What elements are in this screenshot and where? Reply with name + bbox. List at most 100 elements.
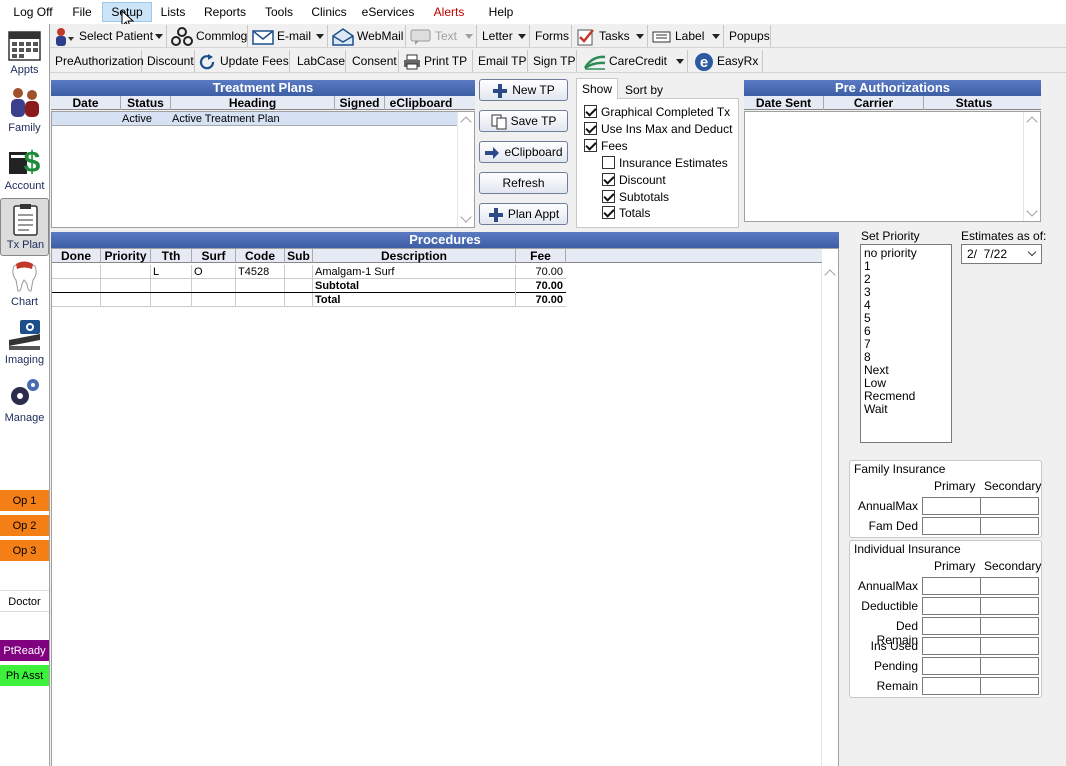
eclipboard-button[interactable]: eClipboard: [479, 141, 568, 163]
family-famded-secondary-field[interactable]: [980, 517, 1039, 535]
discount-button[interactable]: Discount: [143, 50, 195, 72]
show-fees[interactable]: Fees: [584, 138, 628, 154]
menu-alerts[interactable]: Alerts (3): [426, 2, 472, 39]
plan-appt-button[interactable]: Plan Appt: [479, 203, 568, 225]
individual-ins-used-secondary-field[interactable]: [980, 637, 1039, 655]
individual-deductible-primary-field[interactable]: [922, 597, 981, 615]
preauthorization-button[interactable]: PreAuthorization: [50, 50, 144, 72]
forms-button[interactable]: Forms: [531, 25, 572, 47]
family-famded-primary-field[interactable]: [922, 517, 981, 535]
checkbox[interactable]: [584, 139, 597, 153]
pt-ready-button[interactable]: PtReady: [0, 640, 49, 662]
sign-tp-button[interactable]: Sign TP: [529, 50, 577, 72]
consent-button[interactable]: Consent: [347, 50, 399, 72]
refresh-button[interactable]: Refresh: [479, 172, 568, 194]
show-graphical-completed-tx[interactable]: Graphical Completed Tx: [584, 104, 730, 120]
carecredit-button[interactable]: CareCredit: [578, 50, 688, 72]
tasks-button[interactable]: Tasks: [573, 25, 648, 47]
menu-help[interactable]: Help: [487, 2, 515, 22]
family-annualmax-primary-field[interactable]: [922, 497, 981, 515]
individual-deductible-secondary-field[interactable]: [980, 597, 1039, 615]
checkbox[interactable]: [584, 105, 597, 119]
text-button[interactable]: Text: [407, 25, 477, 47]
popups-button[interactable]: Popups: [725, 25, 771, 47]
webmail-button[interactable]: WebMail: [329, 25, 406, 47]
new-tp-button[interactable]: New TP: [479, 79, 568, 101]
priority-option[interactable]: 6: [861, 325, 951, 338]
priority-option[interactable]: 5: [861, 312, 951, 325]
show-subtotals[interactable]: Subtotals: [602, 189, 669, 205]
labcase-button[interactable]: LabCase: [291, 50, 346, 72]
priority-option[interactable]: 7: [861, 338, 951, 351]
module-manage[interactable]: Manage: [0, 372, 49, 430]
show-insurance-estimates[interactable]: Insurance Estimates: [602, 155, 728, 171]
chevron-down-icon[interactable]: [1027, 247, 1037, 257]
module-chart[interactable]: Chart: [0, 256, 49, 314]
individual-annualmax-secondary-field[interactable]: [980, 577, 1039, 595]
module-imaging[interactable]: Imaging: [0, 314, 49, 372]
menu-tools[interactable]: Tools: [263, 2, 295, 22]
menu-lists[interactable]: Lists: [159, 2, 187, 22]
priority-option[interactable]: Wait: [861, 403, 951, 416]
menu-file[interactable]: File: [68, 2, 96, 22]
set-priority-list[interactable]: no priority 1 2 3 4 5 6 7 8 Next Low Recmend Wait: [860, 244, 952, 443]
priority-option[interactable]: no priority: [861, 247, 951, 260]
family-annualmax-secondary-field[interactable]: [980, 497, 1039, 515]
label-button[interactable]: Label: [649, 25, 724, 47]
ph-asst-button[interactable]: Ph Asst: [0, 665, 49, 687]
menu-reports[interactable]: Reports: [203, 2, 247, 22]
tp-scrollbar[interactable]: [457, 112, 474, 227]
tab-sort-by[interactable]: Sort by: [620, 80, 668, 100]
module-tx-plan[interactable]: Tx Plan: [0, 198, 49, 256]
show-use-ins-max[interactable]: Use Ins Max and Deduct: [584, 121, 732, 137]
priority-option[interactable]: 4: [861, 299, 951, 312]
show-totals[interactable]: Totals: [602, 205, 650, 221]
commlog-button[interactable]: Commlog: [168, 25, 248, 47]
estimates-date-picker[interactable]: 2/ 7/22: [961, 244, 1042, 264]
individual-ded-remain-primary-field[interactable]: [922, 617, 981, 635]
checkbox[interactable]: [602, 173, 615, 187]
pa-scrollbar[interactable]: [1023, 112, 1040, 221]
tp-col-date: Date: [51, 96, 121, 110]
save-tp-button[interactable]: Save TP: [479, 110, 568, 132]
show-discount[interactable]: Discount: [602, 172, 666, 188]
individual-pending-primary-field[interactable]: [922, 657, 981, 675]
easyrx-button[interactable]: e EasyRx: [689, 50, 763, 72]
individual-ded-remain-secondary-field[interactable]: [980, 617, 1039, 635]
individual-remain-primary-field[interactable]: [922, 677, 981, 695]
menu-eservices[interactable]: eServices: [361, 2, 415, 22]
individual-annualmax-primary-field[interactable]: [922, 577, 981, 595]
checkbox[interactable]: [602, 156, 615, 170]
email-button[interactable]: E-mail: [249, 25, 328, 47]
menu-clinics[interactable]: Clinics: [311, 2, 347, 22]
table-row[interactable]: Total 70.00: [52, 293, 566, 307]
email-tp-button[interactable]: Email TP: [474, 50, 528, 72]
procedures-scrollbar[interactable]: [821, 265, 838, 766]
update-fees-button[interactable]: Update Fees: [196, 50, 290, 72]
doctor-button[interactable]: Doctor: [0, 590, 49, 612]
op-3-button[interactable]: Op 3: [0, 540, 49, 562]
op-2-button[interactable]: Op 2: [0, 515, 49, 537]
tab-show[interactable]: Show: [576, 78, 619, 99]
priority-option[interactable]: 3: [861, 286, 951, 299]
table-row[interactable]: Active Active Treatment Plan: [52, 112, 458, 126]
priority-option[interactable]: 1: [861, 260, 951, 273]
update-fees-label: Update Fees: [220, 54, 289, 68]
individual-ins-used-primary-field[interactable]: [922, 637, 981, 655]
op-1-button[interactable]: Op 1: [0, 490, 49, 512]
table-row[interactable]: L O T4528 Amalgam-1 Surf 70.00: [52, 265, 566, 279]
letter-button[interactable]: Letter: [478, 25, 530, 47]
table-row[interactable]: Subtotal 70.00: [52, 279, 566, 293]
module-appts[interactable]: Appts: [0, 24, 49, 82]
checkbox[interactable]: [602, 206, 615, 220]
print-tp-button[interactable]: Print TP: [400, 50, 473, 72]
select-patient-button[interactable]: Select Patient: [50, 25, 167, 47]
individual-remain-secondary-field[interactable]: [980, 677, 1039, 695]
checkbox[interactable]: [602, 190, 615, 204]
menu-log-off[interactable]: Log Off: [10, 2, 56, 22]
individual-pending-secondary-field[interactable]: [980, 657, 1039, 675]
priority-option[interactable]: 2: [861, 273, 951, 286]
module-family[interactable]: Family: [0, 82, 49, 140]
checkbox[interactable]: [584, 122, 597, 136]
module-account[interactable]: $ Account: [0, 140, 49, 198]
